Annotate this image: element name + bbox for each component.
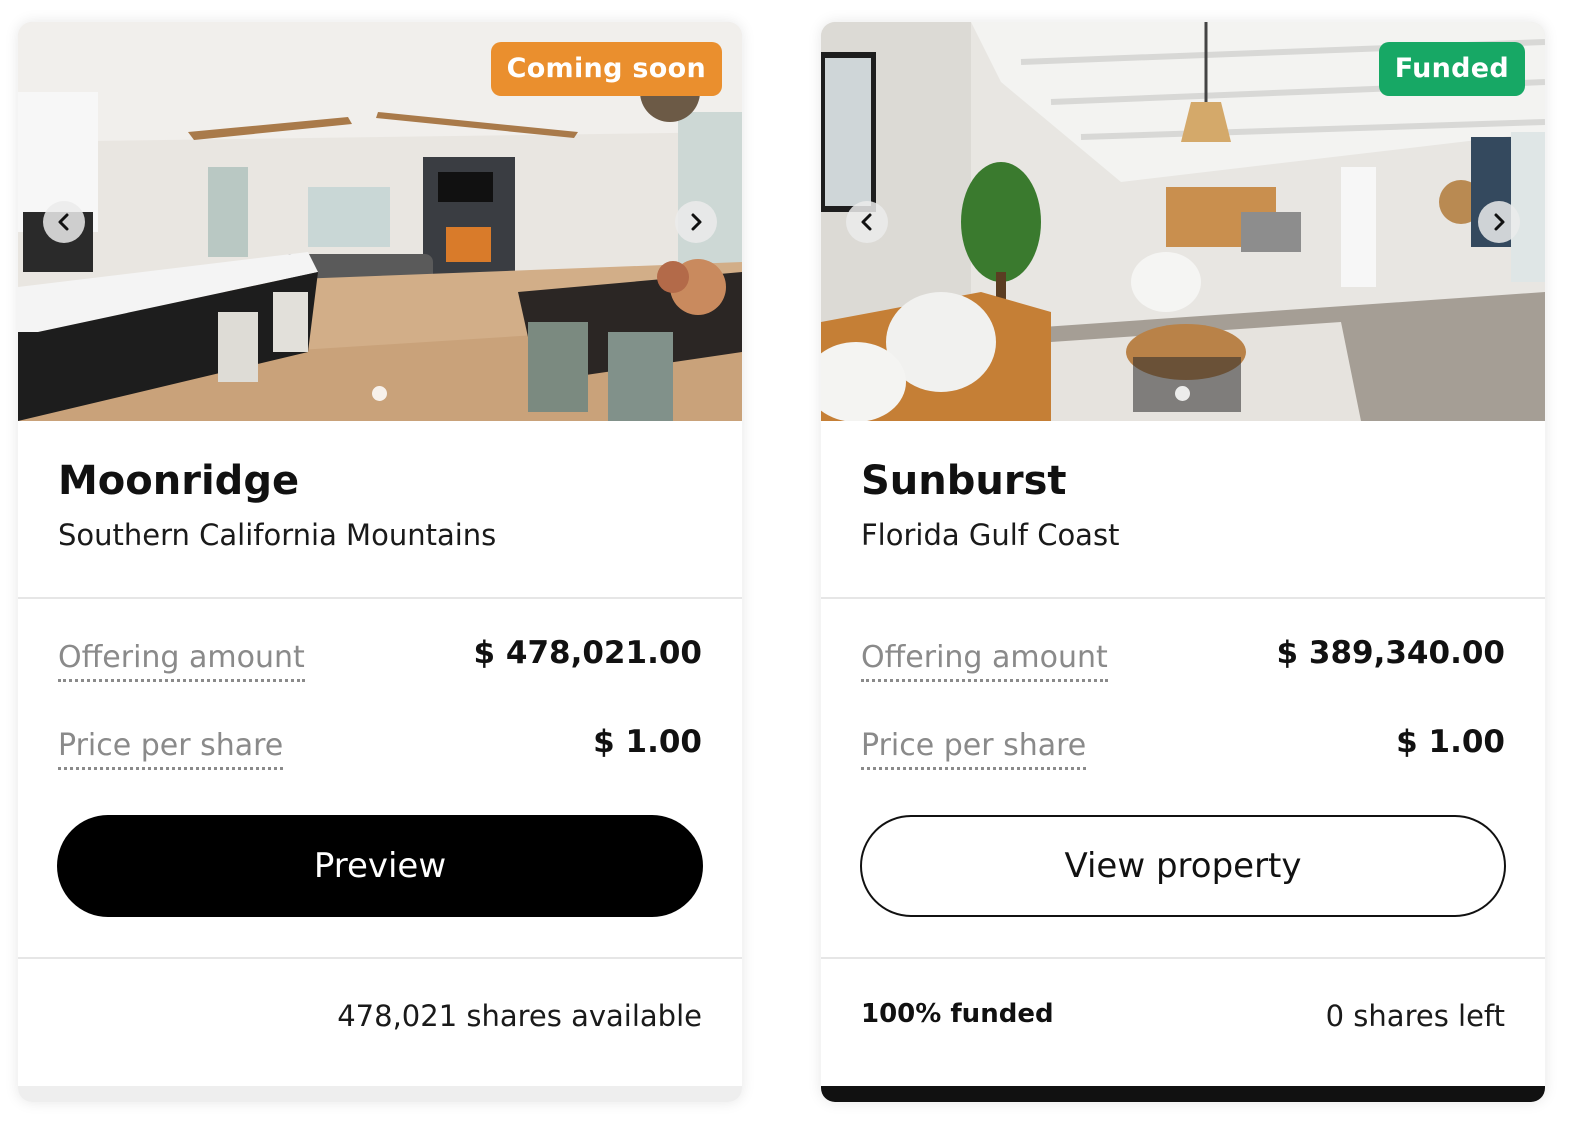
property-location: Florida Gulf Coast (861, 518, 1120, 552)
price-per-share-label[interactable]: Price per share (58, 727, 284, 770)
chevron-right-icon (1494, 213, 1505, 231)
divider (18, 597, 742, 599)
chevron-left-icon (58, 213, 69, 231)
view-property-button[interactable]: View property (860, 815, 1506, 917)
property-name[interactable]: Moonridge (58, 458, 299, 504)
progress-bar (821, 1086, 1545, 1102)
previous-photo-button[interactable] (43, 201, 85, 243)
next-photo-button[interactable] (675, 201, 717, 243)
chevron-left-icon (861, 213, 872, 231)
funded-percentage-text: 100% funded (861, 999, 1054, 1029)
carousel-indicator-dot[interactable] (1175, 386, 1190, 401)
previous-photo-button[interactable] (846, 201, 888, 243)
property-name[interactable]: Sunburst (861, 458, 1067, 504)
property-location: Southern California Mountains (58, 518, 497, 552)
property-card-sunburst[interactable]: Funded Sunburst Florida Gulf Coast Offer… (821, 22, 1545, 1102)
property-photo[interactable]: Coming soon (18, 22, 742, 421)
status-badge: Funded (1378, 42, 1525, 96)
price-per-share-value: $ 1.00 (1396, 724, 1505, 760)
property-card-moonridge[interactable]: Coming soon Moonridge Southern Californi… (18, 22, 742, 1102)
shares-left-text: 0 shares left (1325, 999, 1505, 1033)
next-photo-button[interactable] (1478, 201, 1520, 243)
price-per-share-label[interactable]: Price per share (861, 727, 1087, 770)
divider (18, 957, 742, 959)
offering-amount-value: $ 478,021.00 (473, 635, 702, 671)
price-per-share-value: $ 1.00 (593, 724, 702, 760)
property-photo[interactable]: Funded (821, 22, 1545, 421)
offering-amount-label[interactable]: Offering amount (861, 639, 1108, 682)
carousel-indicator-dot[interactable] (372, 386, 387, 401)
divider (821, 597, 1545, 599)
preview-button[interactable]: Preview (57, 815, 703, 917)
status-badge: Coming soon (490, 42, 722, 96)
shares-available-text: 478,021 shares available (337, 999, 702, 1033)
offering-amount-label[interactable]: Offering amount (58, 639, 305, 682)
divider (821, 957, 1545, 959)
progress-bar (18, 1086, 742, 1102)
offering-amount-value: $ 389,340.00 (1276, 635, 1505, 671)
chevron-right-icon (691, 213, 702, 231)
